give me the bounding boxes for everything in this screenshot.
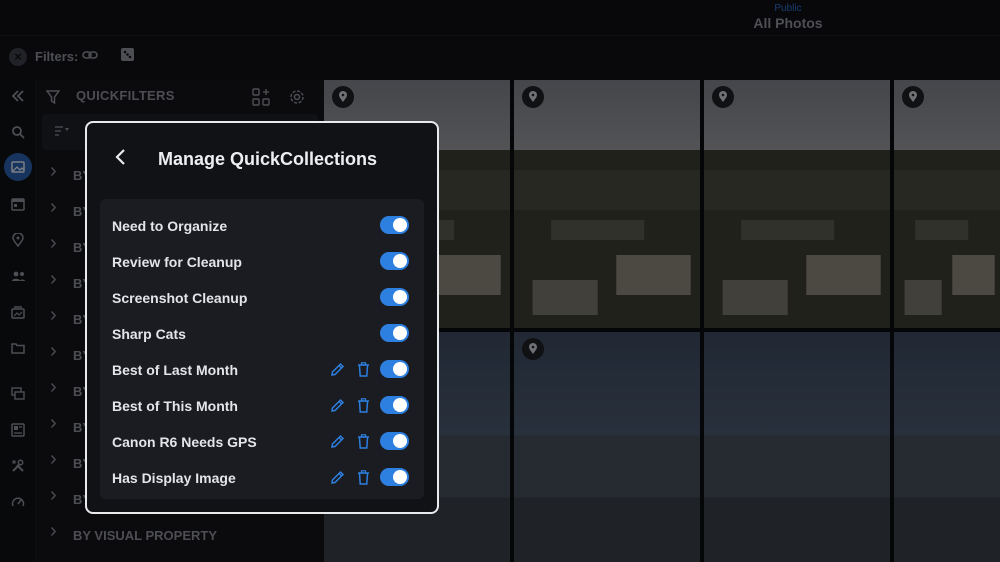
quickcollection-row: Need to Organize [100,208,424,244]
toggle-knob [393,326,407,340]
toggle-knob [393,434,407,448]
enable-toggle[interactable] [380,360,409,378]
trash-icon[interactable] [354,396,372,414]
toggle-knob [393,398,407,412]
quickcollection-label: Canon R6 Needs GPS [112,434,257,450]
enable-toggle[interactable] [380,324,409,342]
enable-toggle[interactable] [380,216,409,234]
enable-toggle[interactable] [380,252,409,270]
pencil-icon[interactable] [328,396,346,414]
dialog-title: Manage QuickCollections [158,149,378,169]
trash-icon[interactable] [354,360,372,378]
quickcollection-row: Review for Cleanup [100,244,424,280]
quickcollection-row: Canon R6 Needs GPS [100,424,424,460]
quickcollections-list: Need to Organize Review for Cleanup Screen… [100,199,424,499]
manage-quickcollections-dialog: Manage QuickCollections Need to Organize… [85,121,439,514]
enable-toggle[interactable] [380,396,409,414]
toggle-knob [393,218,407,232]
trash-icon[interactable] [354,432,372,450]
enable-toggle[interactable] [380,432,409,450]
quickcollection-label: Sharp Cats [112,326,186,342]
quickcollection-row: Sharp Cats [100,316,424,352]
toggle-knob [393,254,407,268]
quickcollection-label: Need to Organize [112,218,228,234]
pencil-icon[interactable] [328,360,346,378]
quickcollection-label: Has Display Image [112,470,236,486]
quickcollection-row: Screenshot Cleanup [100,280,424,316]
toggle-knob [393,470,407,484]
quickcollection-label: Screenshot Cleanup [112,290,248,306]
trash-icon[interactable] [354,468,372,486]
pencil-icon[interactable] [328,468,346,486]
quickcollection-label: Best of Last Month [112,362,238,378]
quickcollection-label: Review for Cleanup [112,254,242,270]
quickcollection-row: Best of Last Month [100,352,424,388]
enable-toggle[interactable] [380,288,409,306]
enable-toggle[interactable] [380,468,409,486]
quickcollection-row: Best of This Month [100,388,424,424]
back-chevron-icon[interactable] [109,145,131,169]
quickcollection-row: Has Display Image [100,460,424,496]
pencil-icon[interactable] [328,432,346,450]
quickcollection-label: Best of This Month [112,398,238,414]
toggle-knob [393,362,407,376]
toggle-knob [393,290,407,304]
